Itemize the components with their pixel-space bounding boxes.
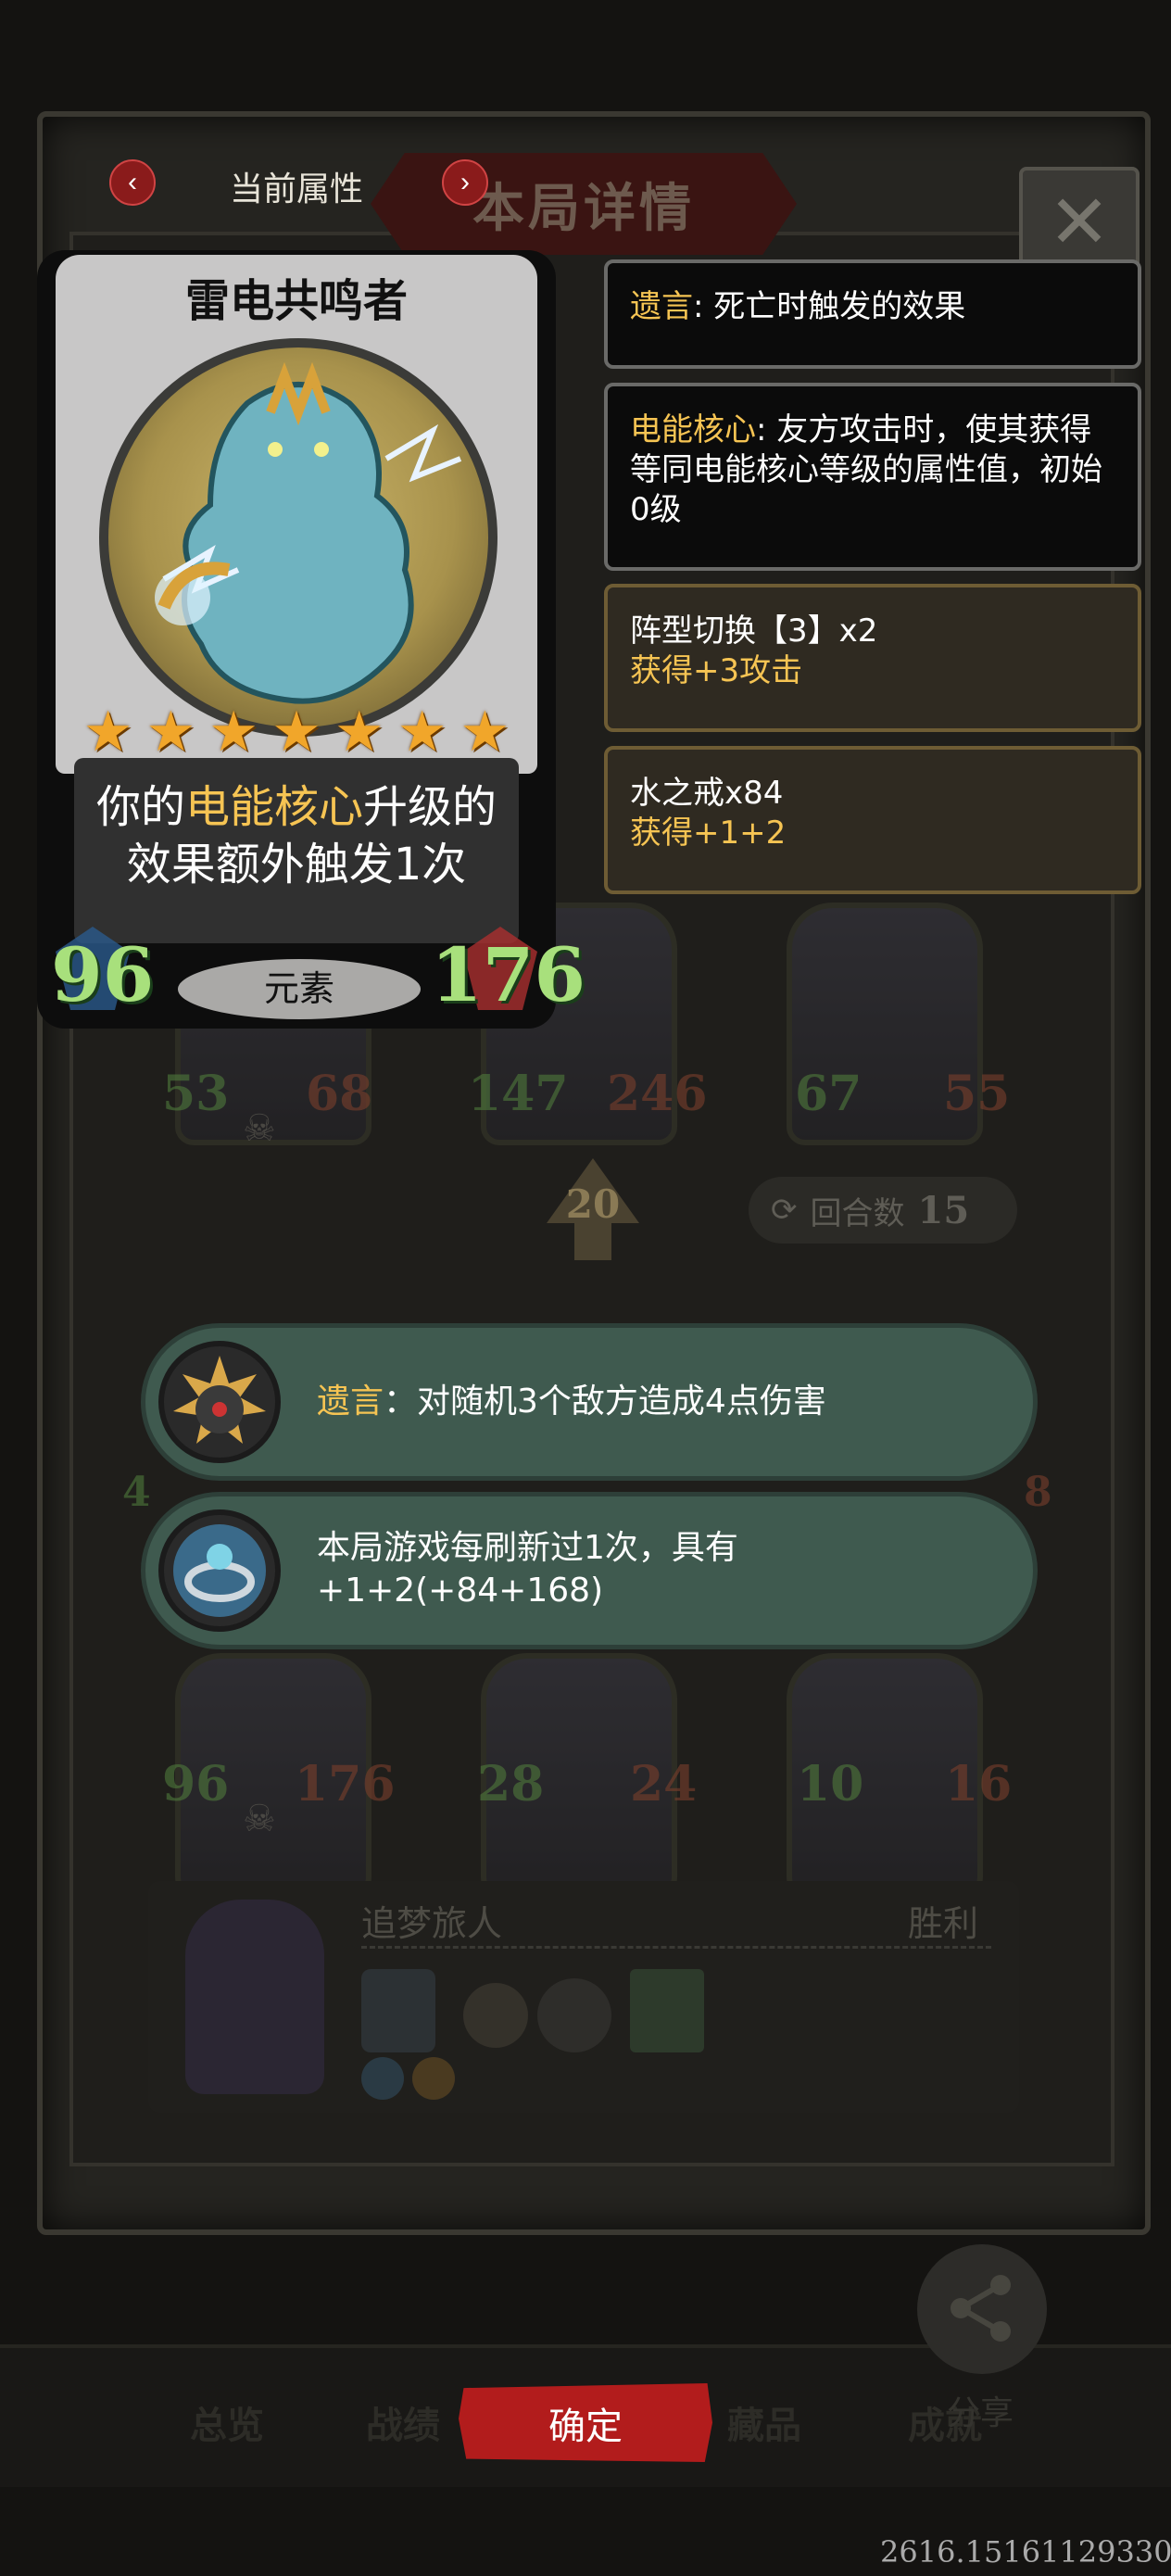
hero-attack: 96 xyxy=(51,931,155,1018)
bomb-icon xyxy=(158,1341,281,1463)
tab-overview[interactable]: 总览 xyxy=(190,2395,264,2449)
buff-title: 水之戒x84 xyxy=(630,775,784,812)
tooltip-value: +1+2(+84+168) xyxy=(317,1572,604,1610)
player-summary xyxy=(148,1881,1019,2113)
hero-tribe: 元素 xyxy=(178,959,421,1019)
tooltip-text: 本局游戏每刷新过1次，具有 xyxy=(317,1529,738,1567)
buff-effect: 获得+1+2 xyxy=(630,814,787,852)
side-stat: 4 xyxy=(122,1469,151,1516)
avatar xyxy=(185,1900,324,2094)
board-attack: 28 xyxy=(477,1756,545,1812)
board-attack: 53 xyxy=(162,1066,230,1122)
keyword-energy-core-box: 电能核心: 友方攻击时，使其获得等同电能核心等级的属性值，初始0级 xyxy=(604,383,1141,571)
tab-record[interactable]: 战绩 xyxy=(366,2395,440,2449)
skull-icon: ☠ xyxy=(243,1107,276,1150)
board-health: 24 xyxy=(630,1756,698,1812)
star-icon: ★ xyxy=(82,700,133,764)
buff-water-ring-box: 水之戒x84 获得+1+2 xyxy=(604,746,1141,894)
buff-formation-box: 阵型切换【3】x2 获得+3攻击 xyxy=(604,584,1141,732)
confirm-button[interactable]: 确定 xyxy=(459,2383,712,2462)
buff-icon xyxy=(361,2057,404,2100)
tooltip-water-ring: 本局游戏每刷新过1次，具有 +1+2(+84+168) xyxy=(141,1492,1038,1649)
buff-title: 阵型切换【3】x2 xyxy=(630,612,878,650)
book-icon xyxy=(630,1969,704,2052)
board-attack: 147 xyxy=(468,1066,569,1122)
board-health: 246 xyxy=(607,1066,708,1122)
keyword-deathrattle-box: 遗言: 死亡时触发的效果 xyxy=(604,259,1141,369)
round-number: 20 xyxy=(565,1181,621,1227)
tab-match-detail[interactable]: 本局详情 xyxy=(371,153,797,255)
board-attack: 67 xyxy=(795,1066,863,1122)
turn-counter: ⟳ 回合数 15 xyxy=(749,1177,1017,1244)
star-icon: ★ xyxy=(397,700,447,764)
lightning-spirit-image xyxy=(155,361,462,704)
coordinate-readout: 2616.15161129330 xyxy=(880,2534,1171,2570)
item-icon xyxy=(361,1969,435,2052)
keyword-label: 电能核心 xyxy=(630,411,756,448)
buff-icon xyxy=(412,2057,455,2100)
player-name: 追梦旅人 xyxy=(361,1903,503,1944)
board-health: 176 xyxy=(295,1756,396,1812)
current-attributes-label: 当前属性 xyxy=(230,170,364,208)
hero-portrait xyxy=(99,338,497,737)
tooltip-text: ：对随机3个敌方造成4点伤害 xyxy=(384,1383,826,1421)
board-health: 68 xyxy=(306,1066,373,1122)
keyword-label: 遗言 xyxy=(630,288,693,325)
divider xyxy=(361,1946,991,1949)
board-health: 16 xyxy=(945,1756,1013,1812)
tooltip-keyword: 遗言 xyxy=(317,1383,384,1421)
tab-collection[interactable]: 藏品 xyxy=(727,2395,801,2449)
chevron-left-icon: ‹ xyxy=(128,167,137,197)
star-icon: ★ xyxy=(271,700,321,764)
star-icon: ★ xyxy=(145,700,196,764)
skull-icon: ☠ xyxy=(243,1798,276,1840)
board-attack: 96 xyxy=(162,1756,230,1812)
hero-health: 176 xyxy=(431,931,586,1018)
board-health: 55 xyxy=(943,1066,1011,1122)
chevron-right-icon: › xyxy=(460,167,470,197)
tab-detail-label: 本局详情 xyxy=(472,178,695,239)
star-icon: ★ xyxy=(334,700,384,764)
share-icon xyxy=(951,2274,1011,2342)
star-rating: ★ ★ ★ ★ ★ ★ ★ xyxy=(56,704,537,760)
water-ring-icon xyxy=(158,1509,281,1632)
ability-keyword: 电能核心 xyxy=(184,781,363,833)
star-icon: ★ xyxy=(208,700,259,764)
hero-name: 雷电共鸣者 xyxy=(184,275,408,327)
refresh-icon: ⟳ xyxy=(771,1192,798,1229)
tooltip-deathrattle: 遗言：对随机3个敌方造成4点伤害 xyxy=(141,1323,1038,1481)
turns-value: 15 xyxy=(917,1188,970,1232)
item-icon xyxy=(463,1983,528,2048)
close-icon: ✕ xyxy=(1048,181,1111,263)
share-label: 分享 xyxy=(947,2394,1014,2432)
hero-ability-text: 你的电能核心升级的效果额外触发1次 xyxy=(74,758,519,943)
side-stat: 8 xyxy=(1024,1469,1052,1516)
turns-label: 回合数 xyxy=(810,1194,905,1232)
keyword-text: : 死亡时触发的效果 xyxy=(693,288,966,325)
item-icon xyxy=(537,1978,611,2052)
star-icon: ★ xyxy=(460,700,510,764)
next-button[interactable]: › xyxy=(442,159,488,206)
buff-effect: 获得+3攻击 xyxy=(630,652,803,689)
board-attack: 10 xyxy=(797,1756,864,1812)
share-button[interactable] xyxy=(917,2244,1047,2374)
match-result: 胜利 xyxy=(908,1903,979,1944)
ability-prefix: 你的 xyxy=(95,781,185,833)
prev-button[interactable]: ‹ xyxy=(109,159,156,206)
